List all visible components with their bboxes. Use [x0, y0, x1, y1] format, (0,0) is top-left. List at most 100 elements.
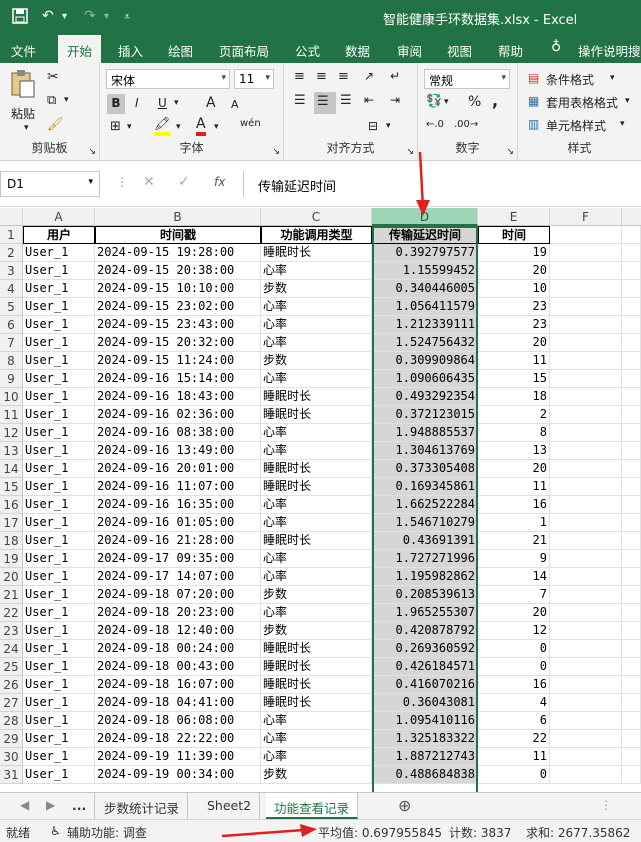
column-header-g[interactable]	[622, 208, 641, 226]
cell-a[interactable]: User_1	[23, 334, 95, 352]
fill-color-dropdown-icon[interactable]: ▾	[176, 122, 181, 132]
cell-a[interactable]: User_1	[23, 766, 95, 784]
cell-a[interactable]: User_1	[23, 676, 95, 694]
cell-d[interactable]: 1.727271996	[372, 550, 478, 568]
cell-e[interactable]: 6	[478, 712, 550, 730]
cell-e[interactable]: 11	[478, 478, 550, 496]
cell-d[interactable]: 0.372123015	[372, 406, 478, 424]
empty-cell[interactable]	[550, 748, 622, 766]
cell-d[interactable]: 1.095410116	[372, 712, 478, 730]
cell-b[interactable]: 2024-09-18 12:40:00	[95, 622, 261, 640]
empty-cell[interactable]	[622, 298, 641, 316]
row-header[interactable]: 7	[0, 334, 23, 352]
empty-cell[interactable]	[622, 568, 641, 586]
scroll-left-icon[interactable]: ◀	[20, 798, 29, 812]
tab-review[interactable]: 审阅	[397, 41, 422, 60]
cell-b[interactable]: 2024-09-16 02:36:00	[95, 406, 261, 424]
cell-b[interactable]: 2024-09-17 14:07:00	[95, 568, 261, 586]
cell-c[interactable]: 步数	[261, 766, 372, 784]
empty-cell[interactable]	[550, 352, 622, 370]
row-header[interactable]: 19	[0, 550, 23, 568]
cell-d[interactable]: 1.524756432	[372, 334, 478, 352]
empty-cell[interactable]	[550, 586, 622, 604]
cell-b[interactable]: 时间戳	[95, 226, 261, 244]
cell-d[interactable]: 1.15599452	[372, 262, 478, 280]
cell-c[interactable]: 睡眠时长	[261, 478, 372, 496]
cell-a[interactable]: User_1	[23, 730, 95, 748]
cell-d[interactable]: 1.212339111	[372, 316, 478, 334]
border-dropdown-icon[interactable]: ▾	[127, 122, 132, 132]
tab-draw[interactable]: 绘图	[168, 41, 193, 60]
font-color-icon[interactable]: A	[196, 117, 206, 136]
tab-page-layout[interactable]: 页面布局	[219, 41, 269, 60]
sheet-tab-function-view[interactable]: 功能查看记录	[266, 793, 359, 819]
cell-d[interactable]: 0.169345861	[372, 478, 478, 496]
cell-e[interactable]: 14	[478, 568, 550, 586]
cell-b[interactable]: 2024-09-17 09:35:00	[95, 550, 261, 568]
more-options-icon[interactable]: ⋮	[116, 175, 128, 189]
cell-e[interactable]: 11	[478, 352, 550, 370]
cell-b[interactable]: 2024-09-18 06:08:00	[95, 712, 261, 730]
bold-button[interactable]: B	[107, 94, 125, 114]
cell-d[interactable]: 1.325183322	[372, 730, 478, 748]
empty-cell[interactable]	[550, 478, 622, 496]
copy-dropdown-icon[interactable]: ▾	[64, 95, 69, 105]
empty-cell[interactable]	[622, 262, 641, 280]
cell-a[interactable]: User_1	[23, 460, 95, 478]
empty-cell[interactable]	[550, 280, 622, 298]
number-launcher-icon[interactable]: ↘	[506, 147, 514, 157]
row-header[interactable]: 21	[0, 586, 23, 604]
cell-a[interactable]: User_1	[23, 406, 95, 424]
conditional-format-icon[interactable]: ▤	[528, 71, 539, 85]
row-header[interactable]: 20	[0, 568, 23, 586]
row-header[interactable]: 16	[0, 496, 23, 514]
cell-b[interactable]: 2024-09-18 20:23:00	[95, 604, 261, 622]
row-header[interactable]: 27	[0, 694, 23, 712]
cell-d[interactable]: 0.420878792	[372, 622, 478, 640]
empty-cell[interactable]	[550, 370, 622, 388]
conditional-format-dropdown-icon[interactable]: ▾	[610, 73, 615, 83]
cell-a[interactable]: User_1	[23, 514, 95, 532]
empty-cell[interactable]	[622, 532, 641, 550]
paste-dropdown-icon[interactable]: ▾	[24, 123, 29, 133]
cell-c[interactable]: 步数	[261, 352, 372, 370]
cell-c[interactable]: 睡眠时长	[261, 694, 372, 712]
cell-b[interactable]: 2024-09-15 23:02:00	[95, 298, 261, 316]
cell-b[interactable]: 2024-09-16 16:35:00	[95, 496, 261, 514]
cell-e[interactable]: 12	[478, 622, 550, 640]
customize-toolbar-icon[interactable]: ⩡	[124, 10, 130, 24]
cell-e[interactable]: 16	[478, 676, 550, 694]
empty-cell[interactable]	[622, 676, 641, 694]
cell-b[interactable]: 2024-09-15 20:32:00	[95, 334, 261, 352]
tab-help[interactable]: 帮助	[498, 41, 523, 60]
empty-cell[interactable]	[550, 568, 622, 586]
empty-cell[interactable]	[622, 694, 641, 712]
cell-d[interactable]: 0.488684838	[372, 766, 478, 784]
empty-cell[interactable]	[622, 424, 641, 442]
row-header[interactable]: 26	[0, 676, 23, 694]
empty-cell[interactable]	[550, 712, 622, 730]
cell-b[interactable]: 2024-09-16 08:38:00	[95, 424, 261, 442]
grow-font-button[interactable]: A	[206, 95, 216, 111]
cell-c[interactable]: 睡眠时长	[261, 640, 372, 658]
undo-icon[interactable]: ↶	[42, 8, 54, 24]
cell-e[interactable]: 8	[478, 424, 550, 442]
cell-c[interactable]: 睡眠时长	[261, 532, 372, 550]
increase-decimal-icon[interactable]: ←.0	[426, 119, 444, 130]
row-header[interactable]: 30	[0, 748, 23, 766]
empty-cell[interactable]	[550, 604, 622, 622]
cell-c[interactable]: 心率	[261, 550, 372, 568]
sheet-tab-steps[interactable]: 步数统计记录	[96, 793, 189, 819]
empty-cell[interactable]	[622, 604, 641, 622]
empty-cell[interactable]	[622, 640, 641, 658]
empty-cell[interactable]	[550, 424, 622, 442]
save-icon[interactable]	[12, 8, 28, 28]
number-format-combo[interactable]: 常规 ▾	[424, 69, 510, 89]
row-header[interactable]: 14	[0, 460, 23, 478]
cell-a[interactable]: User_1	[23, 316, 95, 334]
tab-split-icon[interactable]: ⋮	[600, 798, 612, 812]
empty-cell[interactable]	[622, 712, 641, 730]
cell-e[interactable]: 7	[478, 586, 550, 604]
border-icon[interactable]: ⊞	[110, 119, 121, 134]
cell-c[interactable]: 心率	[261, 334, 372, 352]
